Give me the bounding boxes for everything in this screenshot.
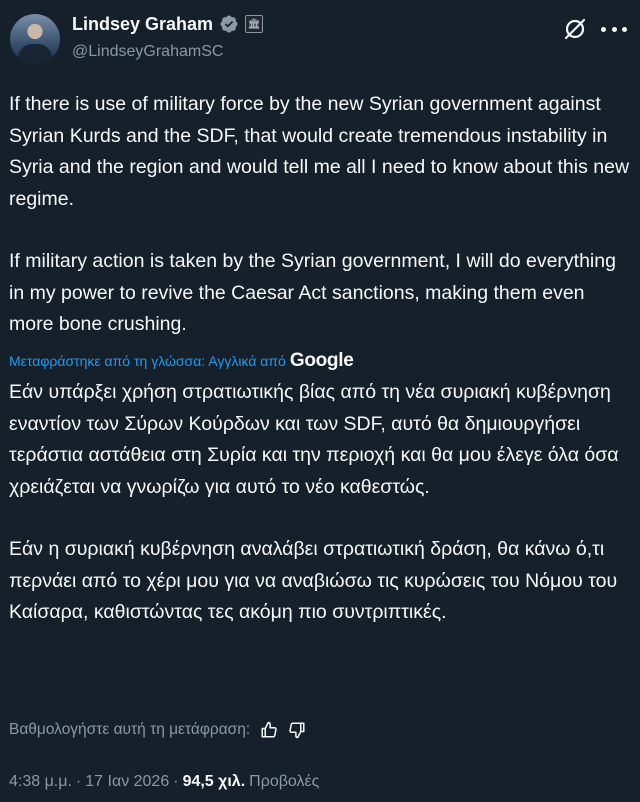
tweet-paragraph-2: If military action is taken by the Syria… bbox=[9, 250, 616, 335]
author-handle[interactable]: @LindseyGrahamSC bbox=[72, 43, 223, 61]
tweet-text: If there is use of military force by the… bbox=[9, 89, 634, 341]
google-logo: Google bbox=[289, 350, 354, 371]
author-name[interactable]: Lindsey Graham bbox=[72, 14, 213, 35]
tweet-date[interactable]: 17 Ιαν 2026 bbox=[85, 773, 169, 791]
tweet-header: Lindsey Graham 🏛 @LindseyGrahamSC bbox=[0, 0, 640, 80]
affiliation-badge-icon[interactable]: 🏛 bbox=[245, 15, 264, 33]
translated-by-link[interactable]: Μεταφράστηκε από τη γλώσσα: Αγγλικά από … bbox=[9, 350, 354, 372]
tweet-paragraph-1: If there is use of military force by the… bbox=[9, 93, 630, 210]
tweet-time[interactable]: 4:38 μ.μ. bbox=[9, 773, 72, 791]
tweet-meta: 4:38 μ.μ. · 17 Ιαν 2026 · 94,5 χιλ. Προβ… bbox=[9, 770, 319, 794]
meta-separator: · bbox=[75, 773, 82, 790]
translation-text: Εάν υπάρξει χρήση στρατιωτικής βίας από … bbox=[9, 377, 634, 629]
author-name-row: Lindsey Graham 🏛 bbox=[72, 12, 264, 36]
verified-badge-icon[interactable] bbox=[219, 14, 239, 34]
thumbs-down-icon[interactable] bbox=[288, 721, 306, 739]
translated-by-label: Μεταφράστηκε από τη γλώσσα: Αγγλικά από bbox=[9, 353, 286, 369]
translation-paragraph-1: Εάν υπάρξει χρήση στρατιωτικής βίας από … bbox=[9, 381, 619, 498]
thumbs-up-icon[interactable] bbox=[260, 721, 278, 739]
avatar[interactable] bbox=[10, 14, 60, 64]
views-label[interactable]: Προβολές bbox=[249, 773, 319, 791]
views-count[interactable]: 94,5 χιλ. bbox=[183, 773, 246, 791]
translation-paragraph-2: Εάν η συριακή κυβέρνηση αναλάβει στρατιω… bbox=[9, 538, 618, 623]
more-dots-icon[interactable] bbox=[601, 16, 627, 42]
rate-translation: Βαθμολογήστε αυτή τη μετάφραση: bbox=[9, 718, 306, 742]
grok-slash-icon[interactable] bbox=[562, 16, 588, 42]
meta-separator: · bbox=[173, 773, 179, 790]
rate-translation-label: Βαθμολογήστε αυτή τη μετάφραση: bbox=[9, 721, 251, 738]
